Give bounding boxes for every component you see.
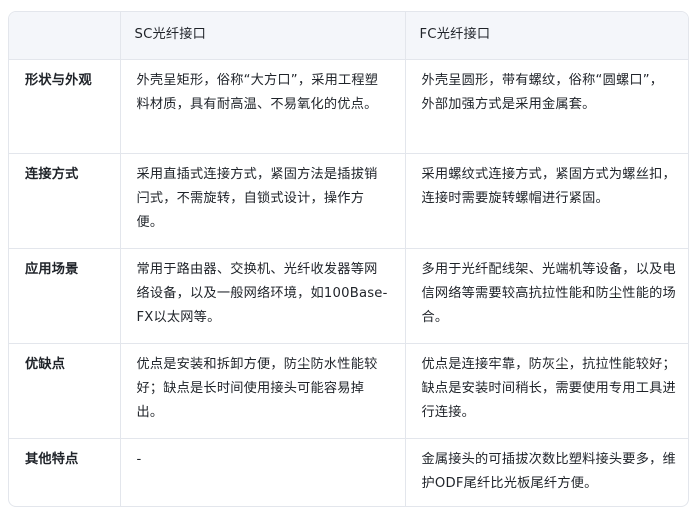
table-row: 连接方式 采用直插式连接方式，紧固方法是插拔销闩式，不需旋转，自锁式设计，操作方… <box>9 153 688 249</box>
fc-cell: 采用螺纹式连接方式，紧固方式为螺丝扣，连接时需要旋转螺帽进行紧固。 <box>405 153 688 249</box>
table-row: 优缺点 优点是安装和拆卸方便，防尘防水性能较好；缺点是长时间使用接头可能容易掉出… <box>9 343 688 439</box>
row-label: 形状与外观 <box>9 59 121 154</box>
comparison-table: SC光纤接口 FC光纤接口 形状与外观 外壳呈矩形，俗称“大方口”，采用工程塑料… <box>9 12 688 506</box>
table-row: 形状与外观 外壳呈矩形，俗称“大方口”，采用工程塑料材质，具有耐高温、不易氧化的… <box>9 59 688 154</box>
sc-cell: 优点是安装和拆卸方便，防尘防水性能较好；缺点是长时间使用接头可能容易掉出。 <box>120 343 406 439</box>
fc-cell: 金属接头的可插拔次数比塑料接头要多，维护ODF尾纤比光板尾纤方便。 <box>421 451 676 491</box>
row-label: 应用场景 <box>9 248 121 344</box>
table-header-row: SC光纤接口 FC光纤接口 <box>9 12 688 60</box>
table-row: 其他特点 - 金属接头的可插拔次数比塑料接头要多，维护ODF尾纤比光板尾纤方便。 <box>9 438 688 506</box>
fc-cell: 外壳呈圆形，带有螺纹，俗称“圆螺口”，外部加强方式是采用金属套。 <box>405 59 688 154</box>
header-cell-sc: SC光纤接口 <box>120 12 406 60</box>
comparison-table-container: SC光纤接口 FC光纤接口 形状与外观 外壳呈矩形，俗称“大方口”，采用工程塑料… <box>8 11 689 507</box>
sc-cell: 常用于路由器、交换机、光纤收发器等网络设备，以及一般网络环境，如100Base-… <box>120 248 406 344</box>
header-cell-fc: FC光纤接口 <box>405 12 688 60</box>
table-row: 应用场景 常用于路由器、交换机、光纤收发器等网络设备，以及一般网络环境，如100… <box>9 248 688 344</box>
header-cell-blank <box>9 12 121 60</box>
row-label: 优缺点 <box>9 343 121 439</box>
sc-cell: 外壳呈矩形，俗称“大方口”，采用工程塑料材质，具有耐高温、不易氧化的优点。 <box>120 59 406 154</box>
fc-cell: 多用于光纤配线架、光端机等设备，以及电信网络等需要较高抗拉性能和防尘性能的场合。 <box>405 248 688 344</box>
fc-cell: 优点是连接牢靠，防灰尘，抗拉性能较好；缺点是安装时间稍长，需要使用专用工具进行连… <box>405 343 688 439</box>
row-label: 连接方式 <box>9 153 121 249</box>
sc-cell: - <box>120 438 406 506</box>
row-label: 其他特点 <box>9 438 121 506</box>
sc-cell: 采用直插式连接方式，紧固方法是插拔销闩式，不需旋转，自锁式设计，操作方便。 <box>120 153 406 249</box>
